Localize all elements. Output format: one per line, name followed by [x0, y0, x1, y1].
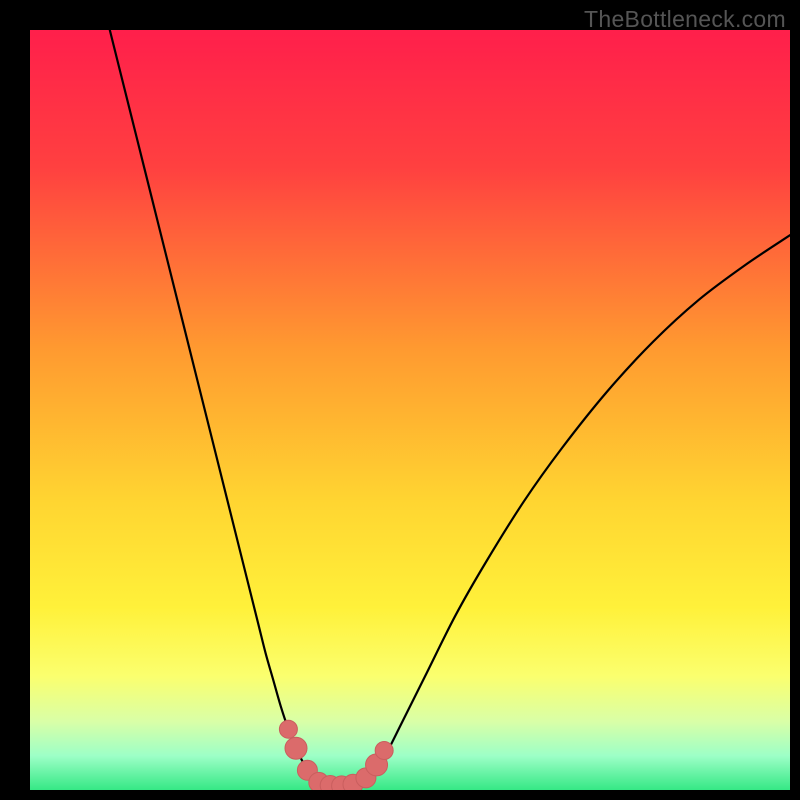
marker-dot — [285, 737, 307, 759]
plot-area — [30, 30, 790, 790]
gradient-background — [30, 30, 790, 790]
marker-dot — [375, 741, 393, 759]
marker-dot — [279, 720, 297, 738]
watermark-text: TheBottleneck.com — [584, 6, 786, 33]
chart-frame: TheBottleneck.com — [0, 0, 800, 800]
chart-canvas — [30, 30, 790, 790]
